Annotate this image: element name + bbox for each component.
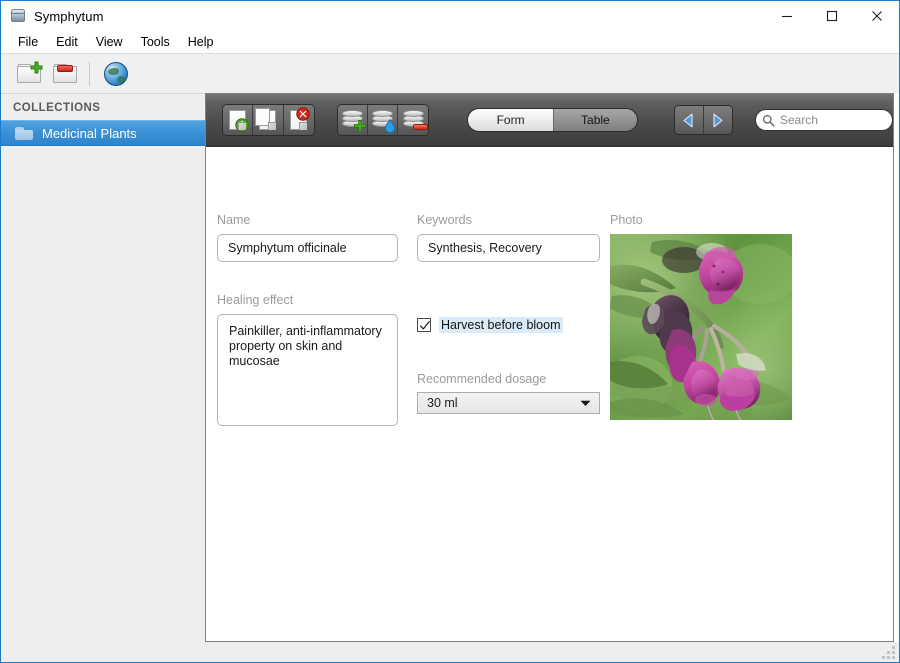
menu-file[interactable]: File (9, 33, 47, 52)
database-plus-icon (341, 110, 366, 133)
form-area: Name Symphytum officinale Keywords Synth… (206, 147, 893, 641)
status-strip (1, 642, 899, 662)
sidebar: COLLECTIONS Medicinal Plants (1, 93, 205, 662)
field-button-group (336, 104, 430, 136)
search-input[interactable]: Search (754, 109, 893, 131)
recommended-dosage-select[interactable]: 30 ml (417, 392, 600, 414)
healing-effect-textarea[interactable]: Painkiller, anti-inflammatory property o… (217, 314, 398, 426)
harvest-before-bloom-checkbox[interactable] (417, 318, 431, 332)
delete-record-button[interactable] (283, 105, 314, 135)
minimize-button[interactable] (764, 1, 809, 31)
search-icon (762, 114, 775, 127)
name-field-label: Name (217, 213, 251, 227)
cloud-sync-button[interactable] (98, 57, 134, 91)
healing-effect-field-label: Healing effect (217, 293, 294, 307)
title-bar: Symphytum (1, 1, 899, 31)
folder-icon (15, 126, 33, 140)
recommended-dosage-field-label: Recommended dosage (417, 372, 547, 386)
folder-minus-icon (53, 63, 77, 84)
keywords-field-label: Keywords (417, 213, 472, 227)
chevron-down-icon (580, 400, 591, 406)
application-window: Symphytum File Edit View Tools Help COLL… (0, 0, 900, 663)
name-input[interactable]: Symphytum officinale (217, 234, 398, 262)
sidebar-item-label: Medicinal Plants (42, 125, 137, 141)
comfrey-flower-photo (610, 234, 792, 420)
add-record-button[interactable] (223, 105, 254, 135)
add-field-button[interactable] (337, 105, 368, 135)
globe-icon (104, 61, 128, 86)
maximize-button[interactable] (809, 1, 854, 31)
sidebar-item-medicinal-plants[interactable]: Medicinal Plants (1, 120, 205, 146)
tab-form[interactable]: Form (468, 109, 553, 131)
record-button-group (222, 104, 315, 136)
next-record-button[interactable] (703, 106, 732, 134)
collections-header: COLLECTIONS (13, 102, 101, 114)
close-button[interactable] (854, 1, 899, 31)
application-toolbar (1, 53, 899, 93)
view-mode-toggle: Form Table (467, 108, 639, 132)
duplicate-record-button[interactable] (253, 105, 284, 135)
record-navigation-group (674, 105, 733, 135)
database-delete-icon (402, 110, 428, 130)
menu-edit[interactable]: Edit (47, 33, 87, 52)
recommended-dosage-value: 30 ml (427, 396, 458, 410)
menu-tools[interactable]: Tools (132, 33, 179, 52)
page-copy-icon (255, 108, 277, 130)
window-title: Symphytum (34, 8, 104, 24)
menu-help[interactable]: Help (179, 33, 223, 52)
window-controls (764, 1, 899, 31)
page-plus-icon (229, 110, 249, 132)
record-toolbar: Form Table Search (206, 94, 893, 147)
app-icon (10, 8, 26, 24)
arrow-left-icon (683, 113, 693, 127)
page-delete-icon (290, 107, 310, 130)
database-edit-icon (372, 110, 396, 133)
search-placeholder: Search (779, 113, 818, 127)
photo-thumbnail[interactable] (610, 234, 792, 420)
delete-field-button[interactable] (398, 105, 429, 135)
toolbar-separator (89, 61, 90, 86)
resize-grip[interactable] (882, 646, 895, 659)
add-collection-button[interactable] (11, 57, 47, 91)
harvest-before-bloom-checkbox-row[interactable]: Harvest before bloom (417, 317, 563, 333)
check-icon (420, 321, 430, 330)
delete-collection-button[interactable] (47, 57, 83, 91)
modify-field-button[interactable] (367, 105, 399, 135)
folder-plus-icon (17, 61, 43, 84)
arrow-right-icon (713, 113, 723, 127)
harvest-before-bloom-label: Harvest before bloom (439, 317, 563, 333)
keywords-input[interactable]: Synthesis, Recovery (417, 234, 600, 262)
menu-view[interactable]: View (87, 33, 132, 52)
previous-record-button[interactable] (675, 106, 704, 134)
tab-table[interactable]: Table (552, 109, 638, 131)
photo-field-label: Photo (610, 213, 643, 227)
menu-bar: File Edit View Tools Help (1, 31, 899, 53)
content-panel: Form Table Search Name Symphytum officin… (205, 93, 894, 642)
